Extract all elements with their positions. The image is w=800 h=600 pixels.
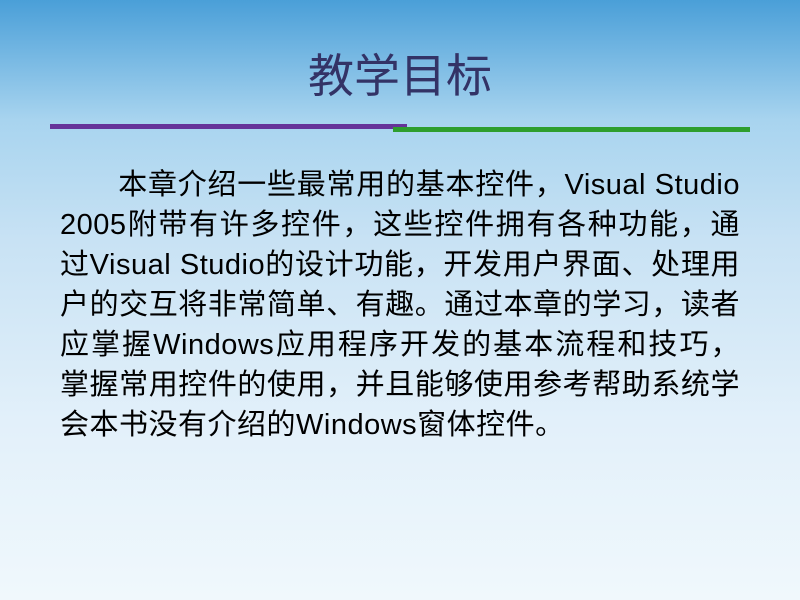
slide-body: 本章介绍一些最常用的基本控件，Visual Studio 2005附带有许多控件… (50, 165, 750, 445)
presentation-slide: 教学目标 本章介绍一些最常用的基本控件，Visual Studio 2005附带… (0, 0, 800, 600)
title-divider (50, 124, 750, 130)
slide-title: 教学目标 (50, 40, 750, 106)
body-content: 本章介绍一些最常用的基本控件，Visual Studio 2005附带有许多控件… (60, 169, 740, 441)
